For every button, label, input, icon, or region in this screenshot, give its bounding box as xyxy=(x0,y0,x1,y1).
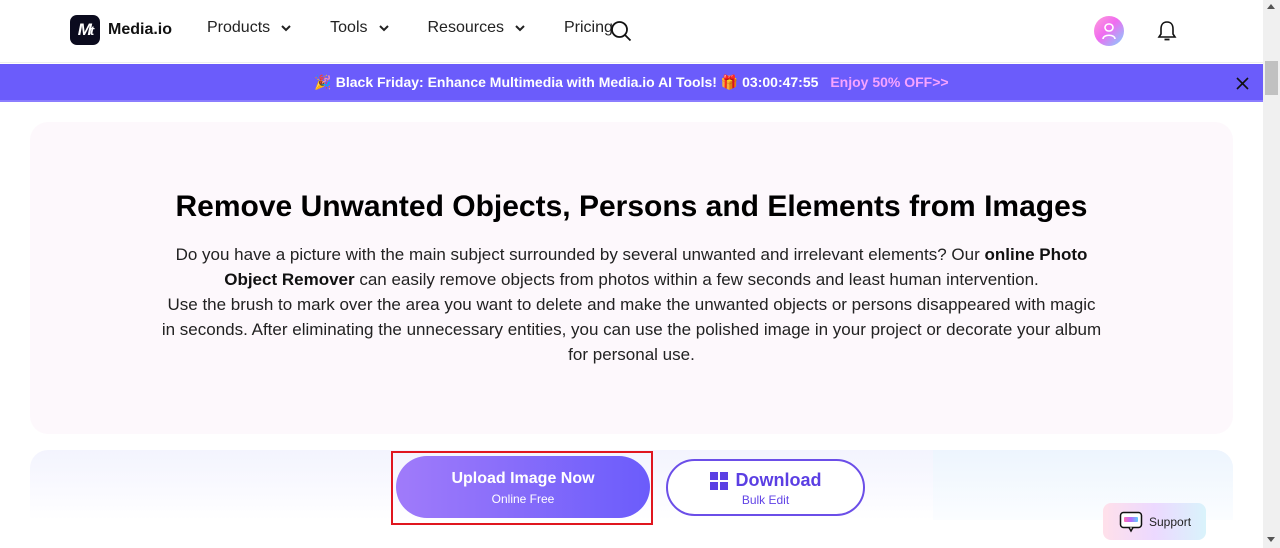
nav-label: Pricing xyxy=(563,19,613,36)
chat-support-icon xyxy=(1119,511,1143,533)
logo-mark-icon: Mt xyxy=(70,15,100,45)
upload-image-button[interactable]: Upload Image Now Online Free xyxy=(396,456,650,518)
user-avatar[interactable] xyxy=(1094,16,1124,46)
chevron-down-icon xyxy=(281,25,291,32)
nav-tools[interactable]: Tools xyxy=(330,19,389,37)
support-button[interactable]: Support xyxy=(1103,503,1206,540)
main-nav: Products Tools Resources Pricing xyxy=(207,19,651,37)
nav-products[interactable]: Products xyxy=(207,19,292,37)
download-label: Download xyxy=(735,470,822,490)
download-sub-label: Bulk Edit xyxy=(741,493,790,507)
search-icon[interactable] xyxy=(610,20,632,42)
bell-icon[interactable] xyxy=(1157,20,1177,42)
scroll-thumb[interactable] xyxy=(1265,61,1278,95)
download-main-row: Download xyxy=(668,470,863,491)
scroll-up-arrow-icon[interactable] xyxy=(1267,4,1275,9)
nav-pricing[interactable]: Pricing xyxy=(564,19,613,37)
promo-offer-link[interactable]: Enjoy 50% OFF>> xyxy=(830,74,948,90)
support-label: Support xyxy=(1149,514,1192,529)
vertical-scrollbar[interactable] xyxy=(1263,0,1280,548)
upload-label: Upload Image Now xyxy=(451,470,595,487)
upload-sub-label: Online Free xyxy=(491,492,555,506)
logo[interactable]: Mt Media.io xyxy=(70,15,172,45)
desc-text: Do you have a picture with the main subj… xyxy=(175,245,985,264)
promo-content: 🎉 Black Friday: Enhance Multimedia with … xyxy=(0,74,1263,91)
windows-icon xyxy=(709,471,728,490)
download-button[interactable]: Download Bulk Edit xyxy=(666,459,865,516)
scroll-down-arrow-icon[interactable] xyxy=(1267,537,1275,542)
nav-label: Products xyxy=(207,19,271,36)
site-header: Mt Media.io Products Tools Resources Pri… xyxy=(0,0,1263,63)
user-avatar-icon xyxy=(1102,23,1116,40)
party-popper-icon: 🎉 xyxy=(314,74,332,90)
gift-icon: 🎁 xyxy=(720,74,739,90)
nav-label: Resources xyxy=(427,19,504,36)
chevron-down-icon xyxy=(378,25,389,32)
promo-countdown: 03:00:47:55 xyxy=(742,74,819,90)
nav-resources[interactable]: Resources xyxy=(428,19,526,37)
hero-description: Do you have a picture with the main subj… xyxy=(160,242,1103,367)
page-title: Remove Unwanted Objects, Persons and Ele… xyxy=(175,190,1088,223)
nav-label: Tools xyxy=(330,19,368,36)
desc-text: can easily remove objects from photos wi… xyxy=(354,270,1039,289)
promo-text: Black Friday: Enhance Multimedia with Me… xyxy=(335,74,717,90)
chevron-down-icon xyxy=(515,25,525,32)
brand-name: Media.io xyxy=(108,21,173,38)
page: Mt Media.io Products Tools Resources Pri… xyxy=(0,0,1263,548)
desc-text: Use the brush to mark over the area you … xyxy=(161,295,1102,364)
promo-banner: 🎉 Black Friday: Enhance Multimedia with … xyxy=(0,64,1263,102)
close-icon[interactable] xyxy=(1236,77,1249,90)
